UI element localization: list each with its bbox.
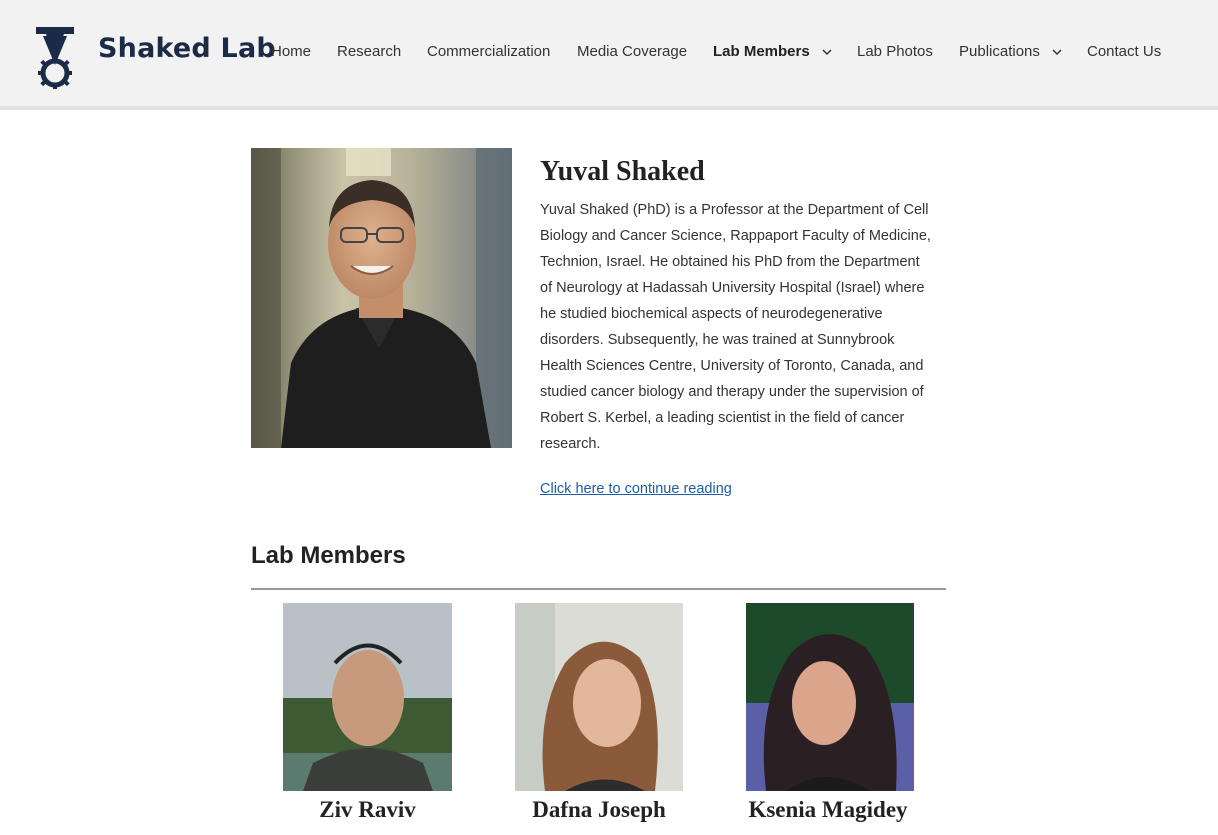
nav-lab-members[interactable]: Lab Members (713, 43, 832, 61)
nav-research[interactable]: Research (337, 43, 401, 61)
section-heading: Lab Members (251, 542, 406, 569)
nav-contact-us[interactable]: Contact Us (1087, 43, 1161, 61)
profile-name: Yuval Shaked (540, 156, 705, 187)
bio-line: research. (540, 436, 601, 452)
bio-line: studied cancer biology and therapy under… (540, 384, 924, 400)
bio-line: Yuval Shaked (PhD) is a Professor at the… (540, 202, 929, 218)
bio-line: Health Sciences Centre, University of To… (540, 358, 924, 374)
nav-commercialization[interactable]: Commercialization (427, 43, 550, 61)
technion-logo-icon[interactable] (34, 25, 76, 89)
nav-label: Home (271, 43, 312, 60)
bio-line: Robert S. Kerbel, a leading scientist in… (540, 410, 905, 426)
nav-publications[interactable]: Publications (959, 43, 1062, 61)
member-name[interactable]: Dafna Joseph (515, 797, 683, 823)
member-photo[interactable] (746, 603, 914, 791)
nav-home[interactable]: Home (271, 43, 311, 61)
profile-photo (251, 148, 512, 448)
bio-line: Technion, Israel. He obtained his PhD fr… (540, 254, 920, 270)
nav-media-coverage[interactable]: Media Coverage (577, 43, 687, 61)
nav-label: Commercialization (427, 43, 551, 60)
site-header: Shaked Lab Home Research Commercializati… (0, 0, 1218, 110)
profile-bio: Yuval Shaked (PhD) is a Professor at the… (540, 197, 950, 457)
chevron-down-icon[interactable] (822, 48, 832, 56)
bio-line: Biology and Cancer Science, Rappaport Fa… (540, 228, 931, 244)
nav-label: Lab Members (713, 43, 810, 60)
member-photo[interactable] (515, 603, 683, 791)
bio-line: disorders. Subsequently, he was trained … (540, 332, 895, 348)
bio-line: he studied biochemical aspects of neurod… (540, 306, 883, 322)
nav-label: Lab Photos (857, 43, 933, 60)
nav-lab-photos[interactable]: Lab Photos (857, 43, 933, 61)
nav-label: Publications (959, 43, 1040, 60)
member-name[interactable]: Ziv Raviv (283, 797, 452, 823)
member-name[interactable]: Ksenia Magidey (742, 797, 914, 823)
divider (251, 588, 946, 590)
site-title[interactable]: Shaked Lab (98, 33, 276, 64)
nav-label: Contact Us (1087, 43, 1162, 60)
bio-line: of Neurology at Hadassah University Hosp… (540, 280, 925, 296)
nav-label: Research (337, 43, 402, 60)
chevron-down-icon[interactable] (1052, 48, 1062, 56)
member-photo[interactable] (283, 603, 452, 791)
nav-label: Media Coverage (577, 43, 688, 60)
continue-reading-link[interactable]: Click here to continue reading (540, 481, 732, 497)
